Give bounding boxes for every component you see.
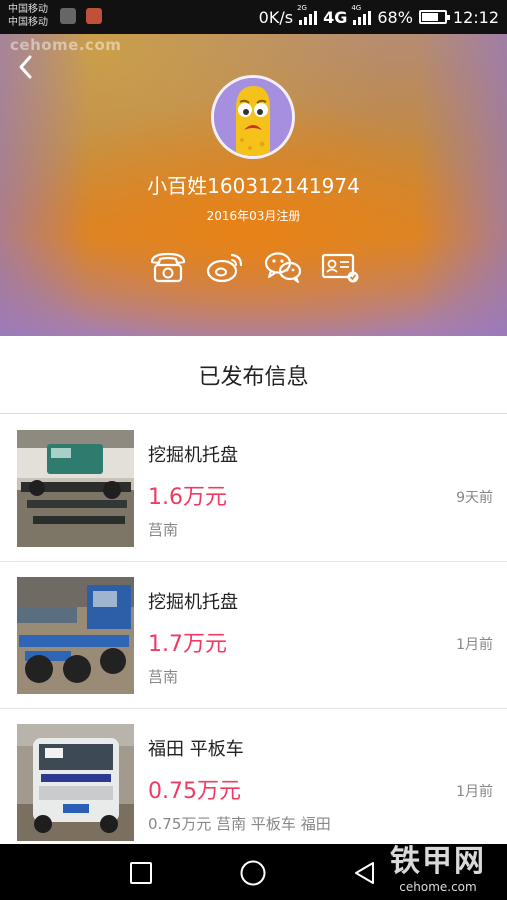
back-button[interactable] — [14, 52, 42, 82]
avatar-monster-icon — [214, 78, 292, 156]
notification-icon — [60, 8, 76, 24]
signal-2g-icon: 2G — [297, 4, 318, 25]
battery-icon — [418, 10, 450, 24]
list-item[interactable]: 挖掘机托盘 1.7万元 莒南 1月前 — [0, 562, 507, 709]
system-back-button[interactable] — [348, 856, 382, 890]
id-card-verified-icon — [321, 253, 359, 283]
foton-flatbed-truck-photo — [17, 724, 134, 841]
carrier-1: 中国移动 — [8, 4, 48, 15]
contact-actions — [148, 248, 360, 286]
clock: 12:12 — [452, 7, 499, 27]
carrier-labels: 中国移动 中国移动 — [8, 3, 48, 29]
listing-title: 挖掘机托盘 — [148, 592, 238, 613]
listing-price: 0.75万元 — [148, 779, 241, 804]
status-right-group: 0K/s 2G 4G 4G 68% 12:12 — [259, 0, 499, 34]
net-speed: 0K/s — [258, 7, 294, 27]
truck-chassis-photo — [17, 430, 134, 547]
weibo-button[interactable] — [205, 248, 245, 286]
listing-thumbnail — [17, 430, 134, 547]
status-bar: 中国移动 中国移动 0K/s 2G 4G 4G 68% 12:12 — [0, 0, 507, 34]
id-verify-button[interactable] — [320, 248, 360, 286]
listing-time: 9天前 — [456, 490, 493, 506]
phone-icon — [150, 252, 186, 283]
listing-location: 莒南 — [148, 668, 179, 686]
wechat-icon — [264, 252, 301, 283]
net-type-1: 2G — [297, 4, 307, 12]
watermark-logo-text: 铁甲网 — [390, 844, 486, 879]
net-type-3: 4G — [351, 4, 362, 12]
carrier-2: 中国移动 — [8, 17, 48, 28]
listing-time: 1月前 — [456, 637, 493, 653]
listing-list: 挖掘机托盘 1.6万元 莒南 9天前 挖掘机托盘 1.7万元 莒南 1月前 福田… — [0, 415, 507, 844]
section-title: 已发布信息 — [0, 336, 507, 414]
listing-price: 1.7万元 — [148, 632, 227, 657]
listing-title: 福田 平板车 — [148, 739, 244, 760]
list-item[interactable]: 福田 平板车 0.75万元 0.75万元 莒南 平板车 福田 1月前 — [0, 709, 507, 844]
home-button[interactable] — [236, 856, 270, 890]
watermark-site: cehome.com — [399, 880, 477, 894]
listing-thumbnail — [17, 724, 134, 841]
net-type-2: 4G — [323, 7, 348, 27]
listing-location: 0.75万元 莒南 平板车 福田 — [148, 815, 331, 833]
register-date: 2016年03月注册 — [206, 209, 301, 223]
app-notification-icon — [86, 8, 102, 24]
listing-time: 1月前 — [456, 784, 493, 800]
blue-truck-chassis-photo — [17, 577, 134, 694]
listing-price: 1.6万元 — [148, 485, 227, 510]
avatar[interactable] — [211, 75, 295, 159]
wechat-button[interactable] — [263, 248, 303, 286]
phone-button[interactable] — [148, 248, 188, 286]
signal-4g-icon: 4G — [351, 4, 372, 25]
battery-percent: 68% — [377, 7, 413, 27]
header-gradient-right — [417, 0, 507, 336]
listing-title: 挖掘机托盘 — [148, 445, 238, 466]
weibo-icon — [207, 253, 243, 283]
list-item[interactable]: 挖掘机托盘 1.6万元 莒南 9天前 — [0, 415, 507, 562]
recent-apps-icon — [130, 862, 152, 884]
listing-thumbnail — [17, 577, 134, 694]
chevron-left-icon — [19, 55, 32, 79]
watermark-bottom: 铁甲网 cehome.com — [383, 844, 493, 900]
recent-apps-button[interactable] — [124, 856, 158, 890]
username: 小百姓160312141974 — [147, 174, 360, 198]
home-icon — [240, 860, 266, 886]
back-icon — [355, 862, 374, 884]
listing-location: 莒南 — [148, 521, 179, 539]
